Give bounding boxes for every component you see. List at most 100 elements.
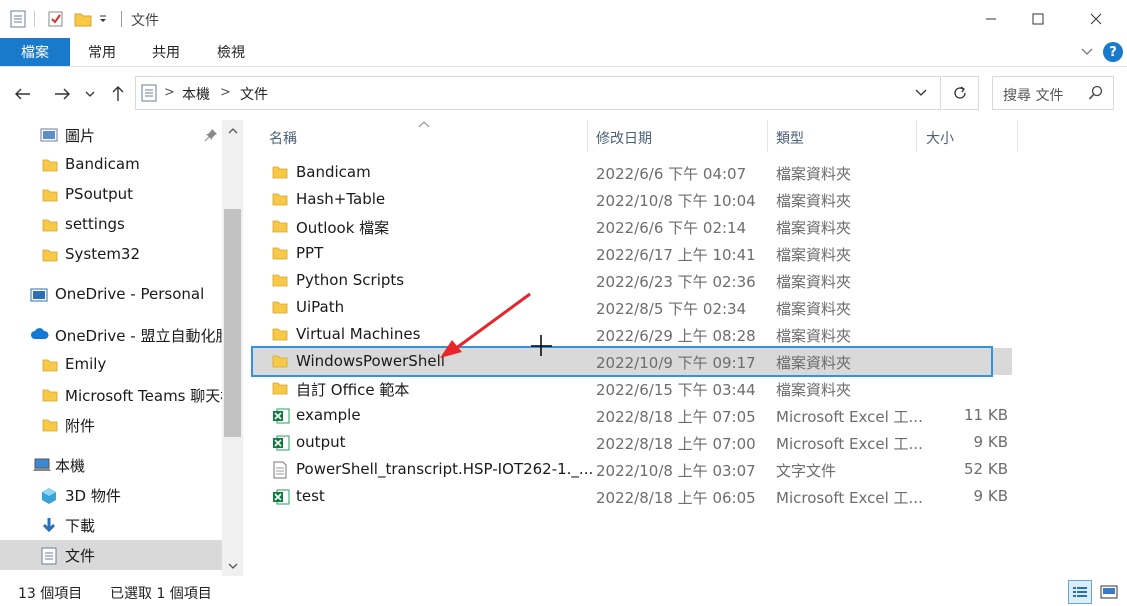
file-type: Microsoft Excel 工... xyxy=(776,408,923,426)
pin-icon[interactable] xyxy=(204,128,218,146)
search-input[interactable]: 搜尋 文件 xyxy=(1003,85,1063,105)
sidebar-item[interactable]: OneDrive - Personal xyxy=(0,280,222,310)
sidebar-item[interactable]: OneDrive - 盟立自動化股 xyxy=(0,320,222,350)
file-type: 檔案資料夾 xyxy=(776,381,852,399)
column-header-name[interactable]: 名稱 xyxy=(269,128,297,148)
file-type: 文字文件 xyxy=(776,462,837,480)
back-button[interactable] xyxy=(11,80,35,108)
address-dropdown-icon[interactable] xyxy=(914,87,928,103)
text-file-icon xyxy=(272,461,288,479)
refresh-button[interactable] xyxy=(942,76,979,110)
sidebar-item[interactable]: System32 xyxy=(0,240,222,270)
sidebar-item[interactable]: Emily xyxy=(0,350,222,380)
excel-icon xyxy=(272,407,290,424)
column-divider[interactable] xyxy=(916,120,917,152)
file-date: 2022/6/17 上午 10:41 xyxy=(596,246,756,264)
file-date: 2022/6/6 下午 04:07 xyxy=(596,165,747,183)
sidebar-item-label: settings xyxy=(65,215,125,233)
file-name: output xyxy=(296,433,346,451)
chevron-down-icon xyxy=(228,563,237,569)
column-divider[interactable] xyxy=(1017,120,1018,152)
sidebar-item[interactable]: settings xyxy=(0,210,222,240)
column-header-type[interactable]: 類型 xyxy=(776,128,804,148)
search-box[interactable]: 搜尋 文件 xyxy=(992,76,1114,110)
file-type: 檔案資料夾 xyxy=(776,192,852,210)
recent-locations-button[interactable] xyxy=(82,80,98,108)
sidebar-item-label: 附件 xyxy=(65,417,96,435)
folder-icon xyxy=(42,417,58,433)
file-name: WindowsPowerShell xyxy=(296,352,445,370)
file-name: example xyxy=(296,406,361,424)
column-header-size[interactable]: 大小 xyxy=(926,128,954,148)
tab-home[interactable]: 常用 xyxy=(88,38,116,66)
sidebar-item[interactable]: PSoutput xyxy=(0,180,222,210)
breadcrumb-separator-icon[interactable]: > xyxy=(220,85,231,100)
maximize-button[interactable] xyxy=(1015,0,1061,38)
sidebar-item[interactable]: 圖片 xyxy=(0,120,222,150)
column-divider[interactable] xyxy=(587,120,588,152)
sidebar-item-label: 本機 xyxy=(55,457,86,475)
file-name: Virtual Machines xyxy=(296,325,421,343)
address-bar[interactable]: > 本機 > 文件 xyxy=(135,76,941,110)
folder-icon xyxy=(272,218,288,234)
close-button[interactable] xyxy=(1073,0,1119,38)
sidebar-item[interactable]: 3D 物件 xyxy=(0,480,222,510)
forward-arrow-icon xyxy=(55,88,70,100)
status-bar: 13 個項目 已選取 1 個項目 xyxy=(0,578,1127,606)
folder-icon xyxy=(42,187,58,203)
up-button[interactable] xyxy=(106,80,130,108)
selected-row-highlight xyxy=(993,348,1012,375)
large-icons-view-button[interactable] xyxy=(1097,580,1121,604)
documents-icon xyxy=(141,84,157,106)
details-view-button[interactable] xyxy=(1068,580,1092,604)
expand-ribbon-icon[interactable] xyxy=(1080,44,1094,62)
sidebar-item[interactable]: 本機 xyxy=(0,450,222,480)
breadcrumb-separator-icon[interactable]: > xyxy=(164,85,175,100)
this-pc-icon xyxy=(32,457,51,473)
folder-icon xyxy=(272,164,288,180)
check-icon[interactable] xyxy=(48,9,64,29)
title-divider xyxy=(121,11,122,27)
sidebar-item-label: 3D 物件 xyxy=(65,487,121,505)
qa-dropdown-icon[interactable] xyxy=(98,9,108,29)
sidebar-scroll-thumb[interactable] xyxy=(224,209,241,437)
folder-icon xyxy=(42,217,58,233)
sidebar-item-label: OneDrive - 盟立自動化股 xyxy=(55,327,222,345)
properties-icon[interactable] xyxy=(10,9,26,29)
sidebar-item[interactable]: Bandicam xyxy=(0,150,222,180)
sidebar-item[interactable]: 文件 xyxy=(0,540,222,570)
pictures-icon xyxy=(40,127,58,143)
file-size: 9 KB xyxy=(973,433,1008,451)
sidebar-item[interactable]: Microsoft Teams 聊天檔 xyxy=(0,380,222,410)
sidebar-item[interactable]: 下載 xyxy=(0,510,222,540)
scroll-down-button[interactable] xyxy=(222,556,243,576)
up-arrow-icon xyxy=(112,86,124,101)
sidebar-item[interactable]: 附件 xyxy=(0,410,222,440)
file-type: 檔案資料夾 xyxy=(776,354,852,372)
documents-icon xyxy=(41,547,57,565)
tab-view[interactable]: 檢視 xyxy=(217,38,245,66)
minimize-button[interactable] xyxy=(968,0,1014,38)
file-name: PowerShell_transcript.HSP-IOT262-1._... xyxy=(296,460,594,478)
file-type: 檔案資料夾 xyxy=(776,273,852,291)
breadcrumb-documents[interactable]: 文件 xyxy=(240,84,268,104)
new-folder-icon[interactable] xyxy=(74,9,92,29)
forward-button[interactable] xyxy=(50,80,74,108)
column-divider[interactable] xyxy=(767,120,768,152)
file-size: 9 KB xyxy=(973,487,1008,505)
file-type: 檔案資料夾 xyxy=(776,165,852,183)
3d-objects-icon xyxy=(40,487,56,504)
tab-file[interactable]: 檔案 xyxy=(0,38,70,66)
folder-icon xyxy=(272,272,288,288)
file-name: Hash+Table xyxy=(296,190,386,208)
file-date: 2022/10/8 下午 10:04 xyxy=(596,192,756,210)
help-button[interactable]: ? xyxy=(1103,42,1123,62)
search-icon[interactable] xyxy=(1088,85,1104,105)
file-size: 11 KB xyxy=(964,406,1008,424)
breadcrumb-this-pc[interactable]: 本機 xyxy=(182,84,210,104)
column-header-date[interactable]: 修改日期 xyxy=(596,128,652,148)
folder-icon xyxy=(42,387,58,403)
close-icon xyxy=(1090,13,1102,25)
scroll-up-button[interactable] xyxy=(222,121,243,141)
tab-share[interactable]: 共用 xyxy=(152,38,180,66)
